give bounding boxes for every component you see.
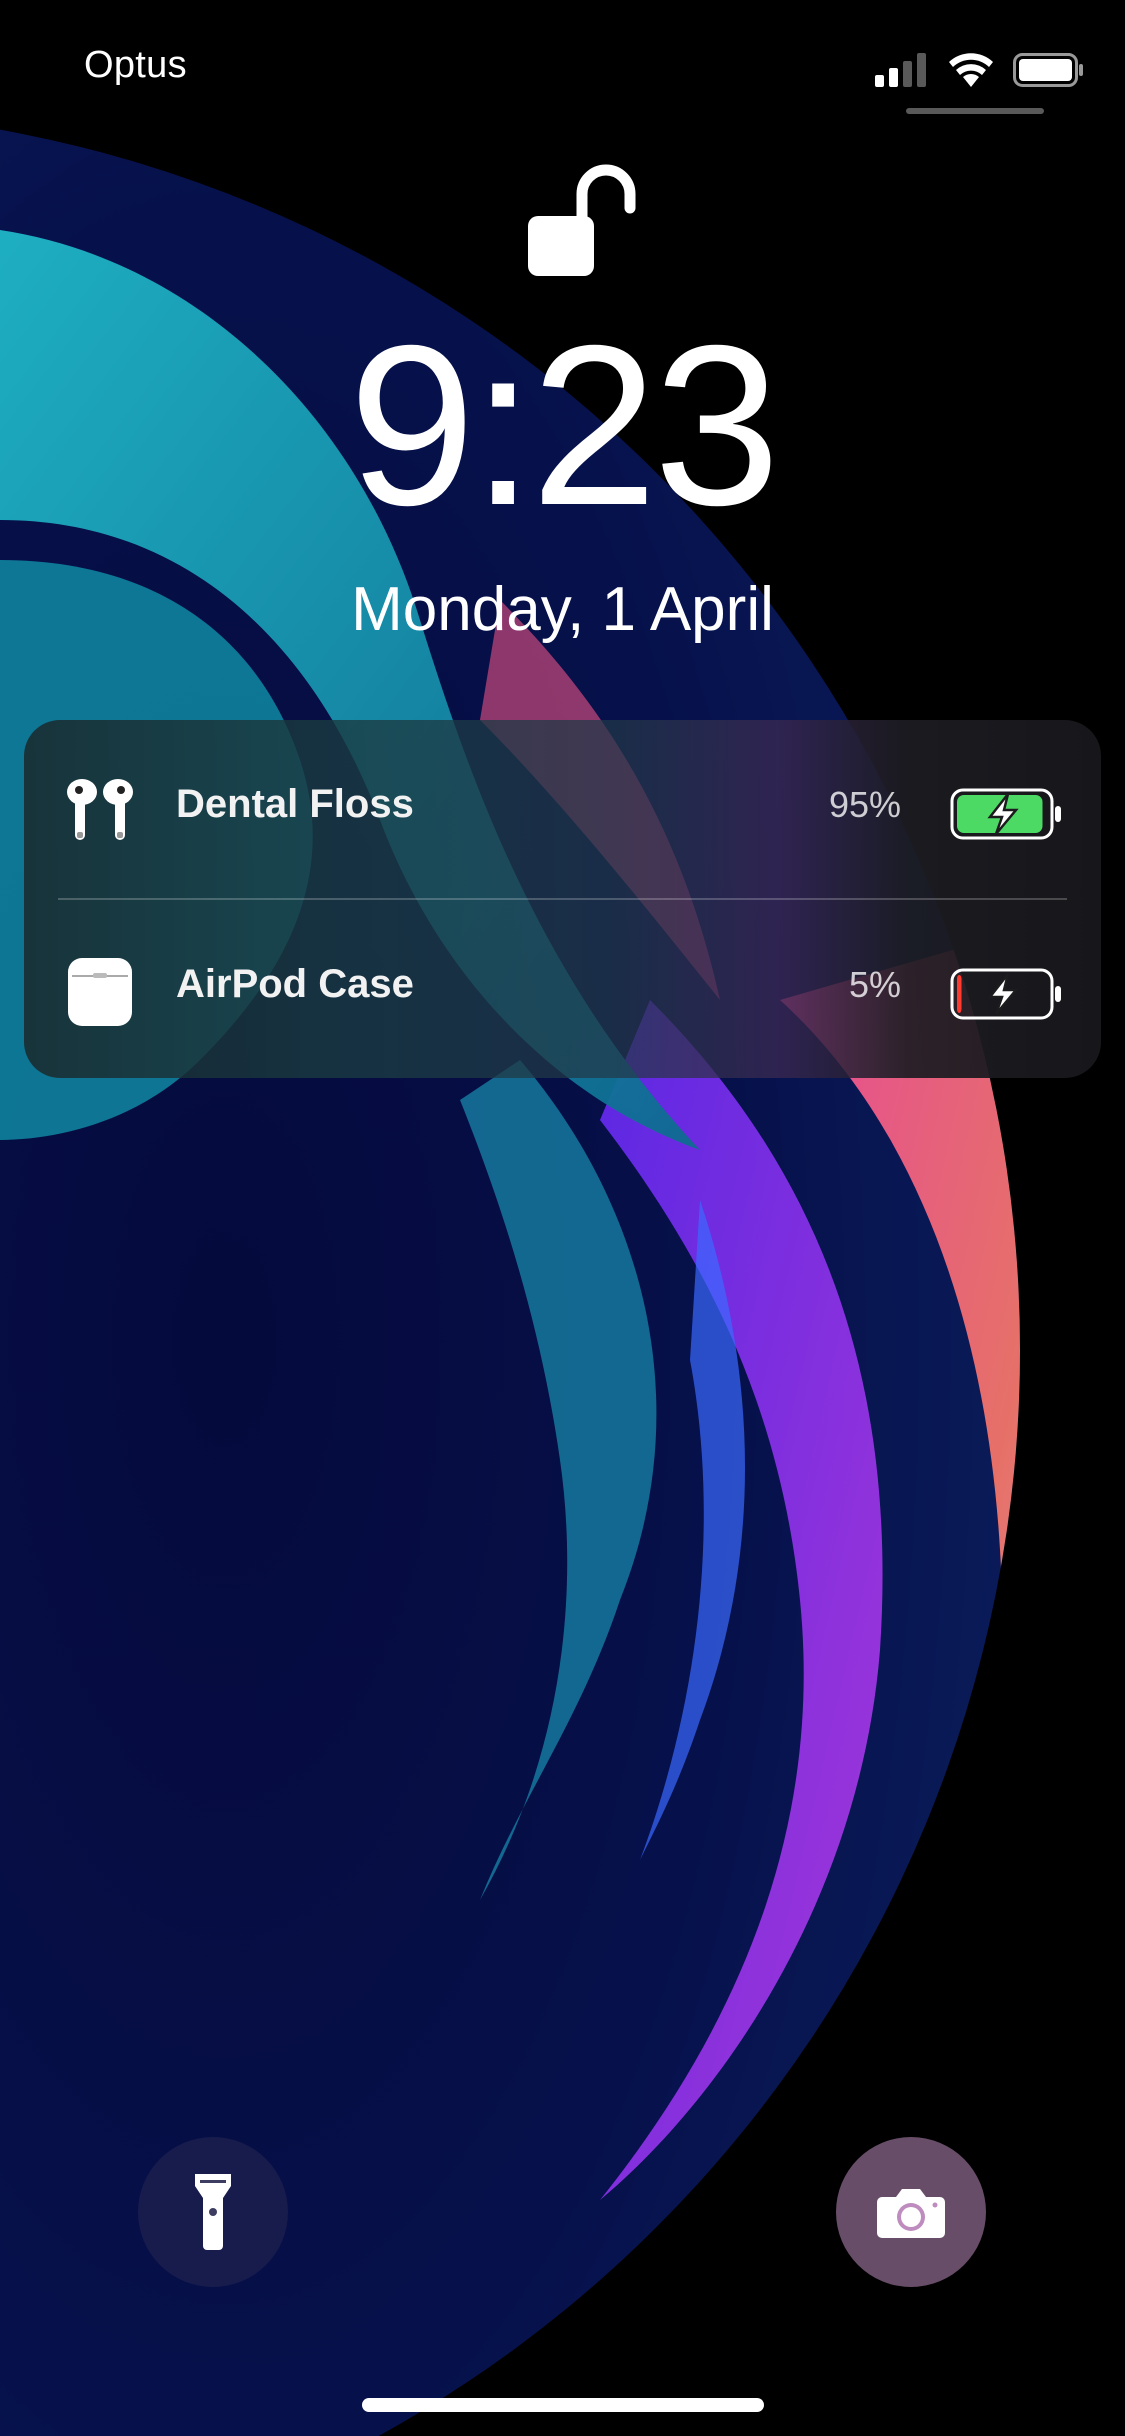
- charging-battery-icon: [950, 788, 1061, 840]
- flashlight-icon: [195, 2174, 231, 2250]
- clock-time: 9:23: [348, 299, 781, 553]
- battery-icon: [1013, 53, 1083, 87]
- status-icons: [875, 52, 1085, 88]
- camera-icon: [877, 2189, 945, 2238]
- device-name: AirPod Case: [176, 962, 414, 1006]
- airpods-case-icon: [68, 958, 132, 1026]
- batteries-widget[interactable]: Dental Floss 95% AirPod Case 5%: [24, 720, 1101, 1078]
- unlocked-padlock-icon: [528, 164, 636, 276]
- carrier-label: Optus: [84, 44, 187, 86]
- home-indicator[interactable]: [362, 2398, 764, 2412]
- airpods-icon: [67, 779, 133, 840]
- device-row-airpods: Dental Floss 95%: [24, 720, 1101, 898]
- device-row-case: AirPod Case 5%: [24, 900, 1101, 1078]
- device-name: Dental Floss: [176, 782, 414, 826]
- cellular-signal-icon: [875, 53, 926, 87]
- device-battery-percent: 95%: [828, 784, 901, 825]
- wifi-icon: [949, 53, 993, 87]
- flashlight-button[interactable]: [138, 2137, 288, 2287]
- control-center-grabber[interactable]: [906, 108, 1044, 114]
- charging-battery-icon: [950, 968, 1061, 1020]
- device-battery-percent: 5%: [848, 964, 901, 1005]
- clock-date: Monday, 1 April: [351, 575, 774, 644]
- camera-button[interactable]: [836, 2137, 986, 2287]
